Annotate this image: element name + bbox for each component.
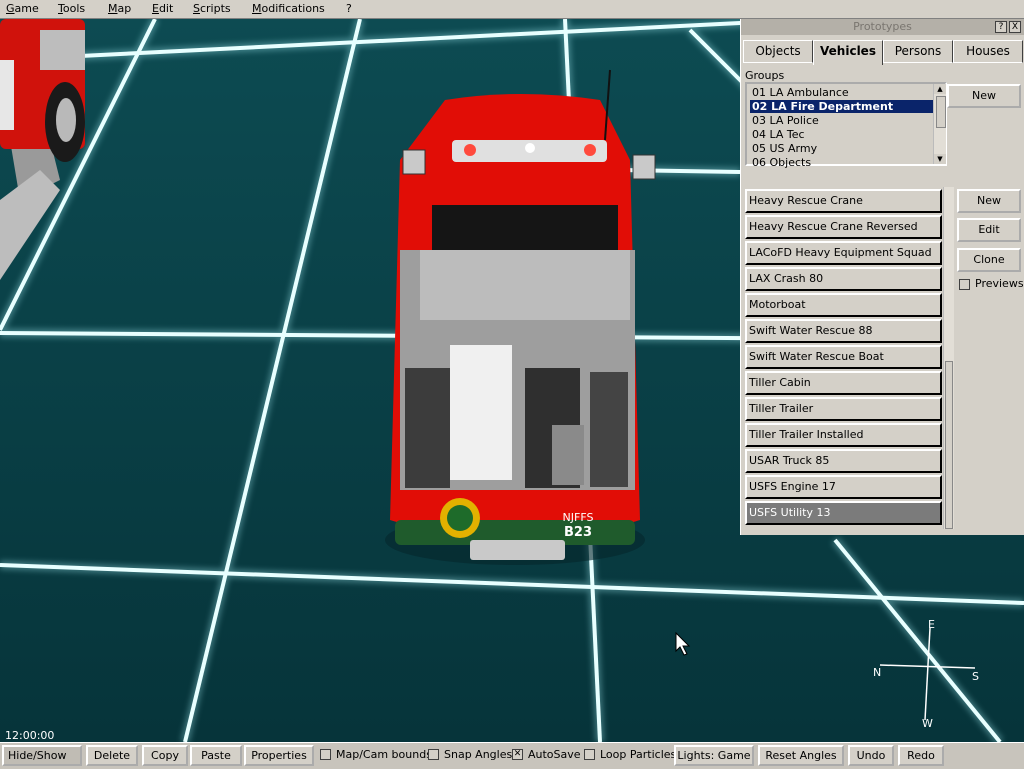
list-item[interactable]: LACoFD Heavy Equipment Squad 1 xyxy=(745,241,942,279)
prototype-list[interactable]: Heavy Rescue Crane Heavy Rescue Crane Re… xyxy=(745,187,943,529)
copy-button[interactable]: Copy xyxy=(142,745,188,766)
properties-button[interactable]: Properties xyxy=(244,745,314,766)
list-item[interactable]: Motorboat xyxy=(745,293,942,317)
loop-particles-checkbox[interactable] xyxy=(584,749,595,760)
group-item[interactable]: 06 Objects xyxy=(750,156,933,169)
autosave-label: AutoSave xyxy=(528,748,581,761)
close-button[interactable]: X xyxy=(1009,21,1021,33)
group-item-selected[interactable]: 02 LA Fire Department xyxy=(750,100,933,113)
snap-angles-checkbox[interactable] xyxy=(428,749,439,760)
list-item[interactable]: Heavy Rescue Crane xyxy=(745,189,942,213)
menu-map[interactable]: Map xyxy=(108,2,131,15)
scroll-thumb[interactable] xyxy=(945,361,953,529)
list-item-selected[interactable]: USFS Utility 13 xyxy=(745,501,942,525)
tab-houses[interactable]: Houses xyxy=(953,40,1023,63)
group-item[interactable]: 04 LA Tec xyxy=(750,128,933,141)
prototype-scrollbar[interactable] xyxy=(943,187,954,529)
list-item[interactable]: Swift Water Rescue Boat xyxy=(745,345,942,369)
plate-line-2: B23 xyxy=(564,525,592,540)
scroll-thumb[interactable] xyxy=(936,96,946,128)
group-new-button[interactable]: New xyxy=(947,84,1021,108)
panel-title: Prototypes ? X xyxy=(741,19,1024,35)
edit-prototype-button[interactable]: Edit xyxy=(957,218,1021,242)
game-clock: 12:00:00 xyxy=(5,729,55,742)
autosave-checkbox[interactable]: ✕ xyxy=(512,749,523,760)
redo-button[interactable]: Redo xyxy=(898,745,944,766)
pickup-truck-usfs-utility-13: NJFFS B23 xyxy=(385,69,656,565)
reset-angles-button[interactable]: Reset Angles xyxy=(758,745,844,766)
groups-listbox[interactable]: 01 LA Ambulance 02 LA Fire Department 03… xyxy=(745,82,947,169)
tab-objects[interactable]: Objects xyxy=(743,40,813,63)
menu-modifications[interactable]: Modifications xyxy=(252,2,325,15)
lights-button[interactable]: Lights: Game xyxy=(674,745,754,766)
paste-button[interactable]: Paste xyxy=(190,745,242,766)
list-item[interactable]: Tiller Trailer Installed xyxy=(745,423,942,447)
compass-s: S xyxy=(972,670,979,683)
tab-persons[interactable]: Persons xyxy=(883,40,953,63)
compass-n: N xyxy=(873,666,881,679)
panel-title-text: Prototypes xyxy=(853,20,912,33)
hide-show-button[interactable]: Hide/Show xyxy=(2,745,82,766)
group-item[interactable]: 01 LA Ambulance xyxy=(750,86,933,99)
compass-e: E xyxy=(928,618,935,631)
menu-game[interactable]: Game xyxy=(6,2,39,15)
plate-line-1: NJFFS xyxy=(563,511,594,524)
loop-particles-label: Loop Particles xyxy=(600,748,677,761)
scroll-up-icon[interactable]: ▲ xyxy=(934,84,946,94)
previews-label: Previews xyxy=(975,277,1024,290)
list-item[interactable]: Tiller Trailer xyxy=(745,397,942,421)
scroll-down-icon[interactable]: ▼ xyxy=(934,154,946,164)
map-cam-bounds-label: Map/Cam bounds xyxy=(336,748,432,761)
list-item[interactable]: USFS Engine 17 xyxy=(745,475,942,499)
help-button[interactable]: ? xyxy=(995,21,1007,33)
group-item[interactable]: 05 US Army xyxy=(750,142,933,155)
new-prototype-button[interactable]: New xyxy=(957,189,1021,213)
groups-label: Groups xyxy=(745,69,785,82)
list-item[interactable]: Tiller Cabin xyxy=(745,371,942,395)
prototypes-panel: Prototypes ? X Objects Vehicles Persons … xyxy=(740,19,1024,535)
menu-tools[interactable]: Tools xyxy=(58,2,85,15)
snap-angles-label: Snap Angles xyxy=(444,748,513,761)
undo-button[interactable]: Undo xyxy=(848,745,894,766)
previews-checkbox[interactable] xyxy=(959,279,970,290)
groups-scrollbar[interactable]: ▲ ▼ xyxy=(933,84,946,164)
group-item[interactable]: 03 LA Police xyxy=(750,114,933,127)
menu-edit[interactable]: Edit xyxy=(152,2,173,15)
menu-help[interactable]: ? xyxy=(346,2,352,15)
list-item[interactable]: Swift Water Rescue 88 xyxy=(745,319,942,343)
menu-bar: Game Tools Map Edit Scripts Modification… xyxy=(0,0,1024,19)
map-cam-bounds-checkbox[interactable] xyxy=(320,749,331,760)
clone-prototype-button[interactable]: Clone xyxy=(957,248,1021,272)
bottom-toolbar: Hide/Show Delete Copy Paste Properties M… xyxy=(0,742,1024,769)
list-item[interactable]: LAX Crash 80 xyxy=(745,267,942,291)
list-item[interactable]: USAR Truck 85 xyxy=(745,449,942,473)
delete-button[interactable]: Delete xyxy=(86,745,138,766)
list-item[interactable]: Heavy Rescue Crane Reversed xyxy=(745,215,942,239)
menu-scripts[interactable]: Scripts xyxy=(193,2,231,15)
tab-vehicles[interactable]: Vehicles xyxy=(813,40,883,65)
compass-w: W xyxy=(922,717,933,730)
